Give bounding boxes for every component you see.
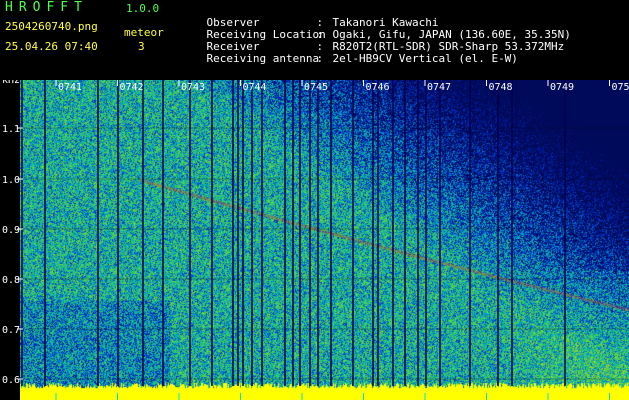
time-tick-label: 0750 (612, 82, 629, 93)
frequency-tick-label: 0.7 (2, 325, 20, 336)
time-tick-label: 0748 (489, 82, 513, 93)
frequency-tick-label: 1.1 (2, 124, 20, 135)
date-time: 25.04.26 07:40 (5, 40, 98, 53)
info-antenna: Receiving antenna: 2el-HB9CV Vertical (el… (180, 41, 518, 77)
app-title: HROFFT (5, 0, 88, 15)
time-tick-label: 0741 (58, 82, 82, 93)
time-tick-label: 0744 (243, 82, 267, 93)
info-key: Receiving antenna (206, 52, 320, 65)
frequency-tick-label: 0.6 (2, 375, 20, 386)
file-name: 2504260740.png (5, 20, 98, 33)
frequency-tick-label: 0.8 (2, 275, 20, 286)
time-tick-label: 0743 (181, 82, 205, 93)
frequency-axis: kHz 1.1 1.0 0.9 0.8 0.7 0.6 (2, 80, 23, 386)
meteor-label: meteor (124, 26, 164, 39)
spectrogram-plot: kHz 1.1 1.0 0.9 0.8 0.7 0.6 0741 0742 0743 0744 07… (2, 80, 629, 400)
header-panel: HROFFT 1.0.0 2504260740.png meteor 25.04… (0, 0, 629, 80)
info-value: 2el-HB9CV Vertical (el. E-W) (332, 52, 518, 65)
time-tick-label: 0747 (427, 82, 451, 93)
app-version: 1.0.0 (126, 2, 160, 15)
time-tick-label: 0742 (120, 82, 144, 93)
meteor-count: 3 (138, 40, 145, 53)
time-tick-label: 0749 (550, 82, 574, 93)
info-separator: : (316, 52, 324, 65)
time-tick-label: 0745 (304, 82, 328, 93)
frequency-tick-label: 1.0 (2, 175, 20, 186)
frequency-tick-label: 0.9 (2, 225, 20, 236)
time-tick-label: 0746 (366, 82, 390, 93)
axis-unit-label: kHz (2, 80, 20, 86)
